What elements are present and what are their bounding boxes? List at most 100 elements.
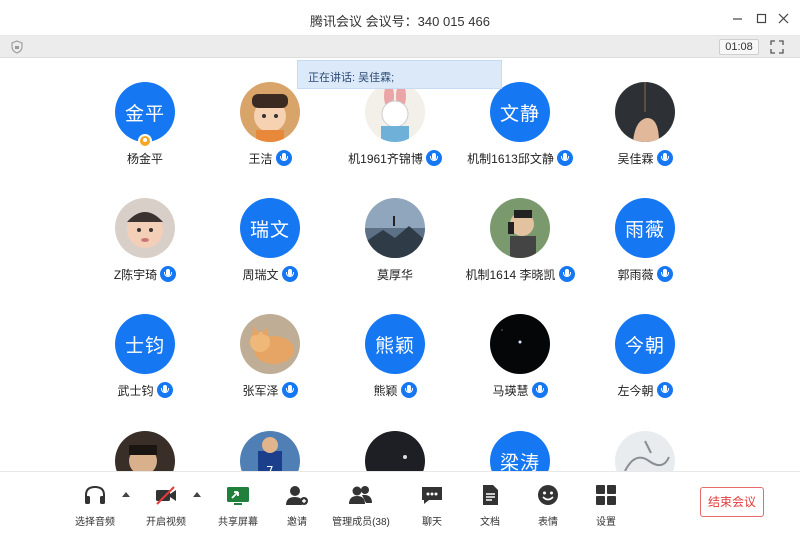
microphone-icon xyxy=(656,266,673,282)
participant-tile[interactable]: 莫厚华 xyxy=(333,198,457,298)
settings-button[interactable]: 设置 xyxy=(576,484,636,528)
close-icon[interactable] xyxy=(773,8,793,28)
avatar: 梁涛 xyxy=(490,431,550,471)
microphone-icon xyxy=(531,382,548,398)
avatar xyxy=(115,431,175,471)
participant-name: 周瑞文 xyxy=(242,267,279,282)
participant-name-row: 武士钧 xyxy=(83,380,207,400)
participant-name: 马瑛慧 xyxy=(492,383,529,398)
participant-name: 吴佳霖 xyxy=(617,151,654,166)
participant-tile[interactable] xyxy=(333,431,457,471)
participant-name: 武士钧 xyxy=(117,383,154,398)
start-video-label: 开启视频 xyxy=(146,517,186,528)
avatar xyxy=(240,82,300,142)
participant-tile[interactable]: 王洁 xyxy=(208,82,332,182)
participant-name-row: 熊颖 xyxy=(333,380,457,400)
maximize-icon[interactable] xyxy=(751,8,771,28)
select-audio-button[interactable]: 选择音频 xyxy=(65,484,125,528)
fullscreen-icon[interactable] xyxy=(770,40,784,54)
participant-tile[interactable]: 熊颖 熊颖 xyxy=(333,314,457,414)
participant-name-row: 杨金平 xyxy=(83,148,207,168)
participant-tile[interactable]: 机制1614 李晓凯 xyxy=(458,198,582,298)
audio-options-caret-icon[interactable] xyxy=(121,490,131,498)
avatar xyxy=(615,431,675,471)
participant-tile[interactable]: 吴佳霖 xyxy=(583,82,707,182)
chat-button[interactable]: 聊天 xyxy=(402,484,462,528)
participant-tile[interactable]: 文静机制1613邱文静 xyxy=(458,82,582,182)
avatar xyxy=(365,82,425,142)
share-screen-button[interactable]: 共享屏幕 xyxy=(208,484,268,528)
invite-button[interactable]: 邀请 xyxy=(267,484,327,528)
participant-tile[interactable]: 瑞文 周瑞文 xyxy=(208,198,332,298)
video-off-icon xyxy=(156,486,176,505)
avatar xyxy=(365,431,425,471)
participant-name: 王洁 xyxy=(248,151,273,166)
participant-name: 张军泽 xyxy=(242,383,279,398)
participant-name-row: Z陈宇琦 xyxy=(83,264,207,284)
microphone-icon xyxy=(425,150,442,166)
headphones-icon xyxy=(85,485,105,504)
avatar: 瑞文 xyxy=(240,198,300,258)
participant-name-row: 机制1614 李晓凯 xyxy=(458,264,582,284)
avatar: 文静 xyxy=(490,82,550,142)
participant-name-row: 机1961齐锦博 xyxy=(333,148,457,168)
participant-name: 熊颖 xyxy=(373,383,398,398)
participant-name: 左今朝 xyxy=(617,383,654,398)
avatar xyxy=(240,314,300,374)
participant-tile[interactable]: Z陈宇琦 xyxy=(83,198,207,298)
title-bar: 腾讯会议 会议号：340 015 466 xyxy=(0,0,800,36)
share-screen-label: 共享屏幕 xyxy=(218,517,258,528)
microphone-icon xyxy=(156,382,173,398)
participant-tile[interactable] xyxy=(83,431,207,471)
meeting-toolbar: 选择音频 开启视频 共享屏幕 邀请 管理成员(38) 聊天 文档 表情 设置 结… xyxy=(0,471,800,534)
participant-tile[interactable] xyxy=(583,431,707,471)
participant-name-row: 左今朝 xyxy=(583,380,707,400)
end-meeting-button[interactable]: 结束会议 xyxy=(700,487,764,517)
start-video-button[interactable]: 开启视频 xyxy=(136,484,196,528)
participant-tile[interactable]: 机1961齐锦博 xyxy=(333,82,457,182)
participant-name-row: 机制1613邱文静 xyxy=(458,148,582,168)
emoji-button[interactable]: 表情 xyxy=(518,484,578,528)
participant-name: 杨金平 xyxy=(126,151,163,166)
microphone-icon xyxy=(556,150,573,166)
participant-name-row: 吴佳霖 xyxy=(583,148,707,168)
participant-tile[interactable]: 马瑛慧 xyxy=(458,314,582,414)
avatar xyxy=(490,314,550,374)
manage-members-button[interactable]: 管理成员(38) xyxy=(331,484,391,528)
chat-label: 聊天 xyxy=(422,517,442,528)
microphone-icon xyxy=(558,266,575,282)
shield-icon[interactable] xyxy=(11,40,23,54)
participant-name-row: 周瑞文 xyxy=(208,264,332,284)
documents-button[interactable]: 文档 xyxy=(460,484,520,528)
minimize-icon[interactable] xyxy=(727,8,747,28)
microphone-icon xyxy=(160,266,177,282)
participant-name-row: 马瑛慧 xyxy=(458,380,582,400)
participant-name: 莫厚华 xyxy=(376,267,413,282)
add-user-icon xyxy=(286,486,308,505)
documents-label: 文档 xyxy=(480,517,500,528)
avatar xyxy=(115,198,175,258)
participant-tile[interactable]: 金平 杨金平 xyxy=(83,82,207,182)
participant-name-row: 莫厚华 xyxy=(333,264,457,284)
select-audio-label: 选择音频 xyxy=(75,517,115,528)
participant-name: 郭雨薇 xyxy=(617,267,654,282)
window-title: 腾讯会议 会议号：340 015 466 xyxy=(310,14,490,29)
participant-tile[interactable]: 今朝 左今朝 xyxy=(583,314,707,414)
participant-name-row: 张军泽 xyxy=(208,380,332,400)
video-options-caret-icon[interactable] xyxy=(192,490,202,498)
participant-tile[interactable]: 梁涛 xyxy=(458,431,582,471)
microphone-icon xyxy=(275,150,292,166)
avatar: 熊颖 xyxy=(365,314,425,374)
participant-tile[interactable]: 张军泽 xyxy=(208,314,332,414)
participant-tile[interactable]: 7 xyxy=(208,431,332,471)
meeting-info-bar: 01:08 xyxy=(0,36,800,58)
avatar: 7 xyxy=(240,431,300,471)
participant-tile[interactable]: 雨薇 郭雨薇 xyxy=(583,198,707,298)
participant-tile[interactable]: 士钧 武士钧 xyxy=(83,314,207,414)
avatar xyxy=(365,198,425,258)
members-icon xyxy=(349,486,372,504)
share-screen-icon xyxy=(227,487,249,505)
participant-name: 机制1613邱文静 xyxy=(467,151,554,166)
invite-label: 邀请 xyxy=(287,517,307,528)
chat-icon xyxy=(422,487,442,504)
